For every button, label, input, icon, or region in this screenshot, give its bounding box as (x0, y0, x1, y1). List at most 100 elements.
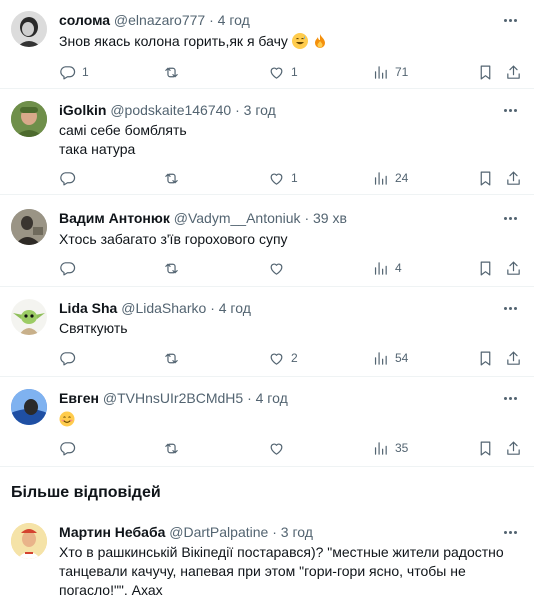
retweet-icon (165, 443, 178, 453)
reply-tweet[interactable]: Вадим Антонюк @Vadym__Antoniuk · 39 хв Х… (0, 209, 534, 279)
views-icon (374, 171, 387, 185)
reply-button[interactable] (59, 438, 82, 458)
reply-icon (60, 65, 76, 79)
reply-tweet[interactable]: iGolkin @podskaite146740 · 3 год самі се… (0, 101, 534, 185)
timestamp[interactable]: 4 год (256, 390, 288, 406)
views-button[interactable]: 35 (372, 438, 408, 458)
tweet-header: iGolkin @podskaite146740 · 3 год (59, 101, 276, 119)
bookmark-button[interactable] (477, 168, 494, 188)
retweet-button[interactable] (163, 62, 186, 82)
tweet-text-line: Знов якась колона горить,як я бачу (59, 33, 288, 49)
action-bar: 4 (59, 258, 523, 278)
reply-tweet[interactable]: Евген @TVHnsUIr2BCMdH5 · 4 год 35 (0, 389, 534, 459)
views-icon (374, 441, 387, 455)
retweet-button[interactable] (163, 168, 186, 188)
timestamp[interactable]: 3 год (281, 524, 313, 540)
views-button[interactable]: 4 (372, 258, 402, 278)
grinning-face-with-sweat-icon (291, 33, 308, 49)
author-name[interactable]: Мартин Небаба (59, 524, 165, 540)
more-options-icon[interactable] (500, 11, 520, 29)
action-bar: 1 1 71 (59, 62, 523, 82)
more-options-icon[interactable] (500, 101, 520, 119)
share-button[interactable] (505, 258, 522, 278)
separator-dot: · (235, 102, 240, 118)
action-bar: 35 (59, 438, 523, 458)
tweet-header: Lida Sha @LidaSharko · 4 год (59, 299, 251, 317)
author-name[interactable]: Lida Sha (59, 300, 117, 316)
views-count: 35 (395, 441, 409, 455)
avatar[interactable] (11, 389, 47, 425)
avatar[interactable] (11, 299, 47, 335)
author-handle[interactable]: @DartPalpatine (169, 524, 268, 540)
tweet-text: Знов якась колона горить,як я бачу (59, 32, 328, 51)
tweet-text-line: Хто в рашкинській Вікіпедії постарався)?… (59, 544, 504, 560)
tweet-text: Хто в рашкинській Вікіпедії постарався)?… (59, 543, 504, 600)
divider (0, 194, 534, 195)
share-button[interactable] (505, 168, 522, 188)
avatar[interactable] (11, 101, 47, 137)
like-button[interactable] (268, 438, 291, 458)
divider (0, 88, 534, 89)
like-button[interactable]: 1 (268, 168, 298, 188)
like-button[interactable] (268, 258, 291, 278)
more-options-icon[interactable] (500, 209, 520, 227)
views-count: 71 (395, 65, 409, 79)
retweet-button[interactable] (163, 258, 186, 278)
reply-tweet[interactable]: Мартин Небаба @DartPalpatine · 3 год Хто… (0, 523, 534, 602)
reply-tweet[interactable]: солома @elnazaro777 · 4 год Знов якась к… (0, 11, 534, 86)
tweet-text-line: Хтось забагато з'їв горохового супу (59, 231, 288, 247)
share-button[interactable] (505, 438, 522, 458)
share-button[interactable] (505, 62, 522, 82)
views-button[interactable]: 24 (372, 168, 408, 188)
author-handle[interactable]: @LidaSharko (121, 300, 206, 316)
author-handle[interactable]: @podskaite146740 (110, 102, 231, 118)
share-button[interactable] (505, 348, 522, 368)
bookmark-button[interactable] (477, 438, 494, 458)
author-name[interactable]: солома (59, 12, 110, 28)
timestamp[interactable]: 4 год (219, 300, 251, 316)
bookmark-button[interactable] (477, 348, 494, 368)
separator-dot: · (247, 390, 252, 406)
timestamp[interactable]: 4 год (218, 12, 250, 28)
share-icon (507, 171, 520, 185)
share-icon (507, 441, 520, 455)
tweet-text-line: танцевали качучу, напевая при этом "гори… (59, 563, 466, 579)
author-handle[interactable]: @elnazaro777 (114, 12, 205, 28)
timestamp[interactable]: 3 год (244, 102, 276, 118)
views-icon (374, 65, 387, 79)
author-name[interactable]: Евген (59, 390, 99, 406)
author-name[interactable]: Вадим Антонюк (59, 210, 170, 226)
divider (0, 286, 534, 287)
author-name[interactable]: iGolkin (59, 102, 106, 118)
avatar[interactable] (11, 523, 47, 559)
reply-button[interactable]: 1 (59, 62, 89, 82)
views-button[interactable]: 71 (372, 62, 408, 82)
retweet-icon (165, 263, 178, 273)
like-button[interactable]: 2 (268, 348, 298, 368)
more-options-icon[interactable] (500, 299, 520, 317)
bookmark-button[interactable] (477, 62, 494, 82)
reply-button[interactable] (59, 348, 82, 368)
avatar[interactable] (11, 209, 47, 245)
fire-icon (312, 33, 328, 49)
tweet-header: солома @elnazaro777 · 4 год (59, 11, 250, 29)
reply-button[interactable] (59, 168, 82, 188)
author-handle[interactable]: @Vadym__Antoniuk (174, 210, 301, 226)
more-options-icon[interactable] (500, 389, 520, 407)
tweet-text-line: така натура (59, 141, 136, 157)
more-replies-heading: Більше відповідей (11, 484, 161, 501)
more-options-icon[interactable] (500, 523, 520, 541)
tweet-text-line: самі себе бомблять (59, 122, 187, 138)
avatar[interactable] (11, 11, 47, 47)
retweet-button[interactable] (163, 438, 186, 458)
retweet-button[interactable] (163, 348, 186, 368)
author-handle[interactable]: @TVHnsUIr2BCMdH5 (103, 390, 243, 406)
reply-button[interactable] (59, 258, 82, 278)
like-count: 1 (291, 171, 298, 185)
separator-dot: · (209, 12, 214, 28)
like-button[interactable]: 1 (268, 62, 298, 82)
timestamp[interactable]: 39 хв (313, 210, 347, 226)
reply-tweet[interactable]: Lida Sha @LidaSharko · 4 год Святкують 2… (0, 299, 534, 369)
bookmark-button[interactable] (477, 258, 494, 278)
views-button[interactable]: 54 (372, 348, 408, 368)
